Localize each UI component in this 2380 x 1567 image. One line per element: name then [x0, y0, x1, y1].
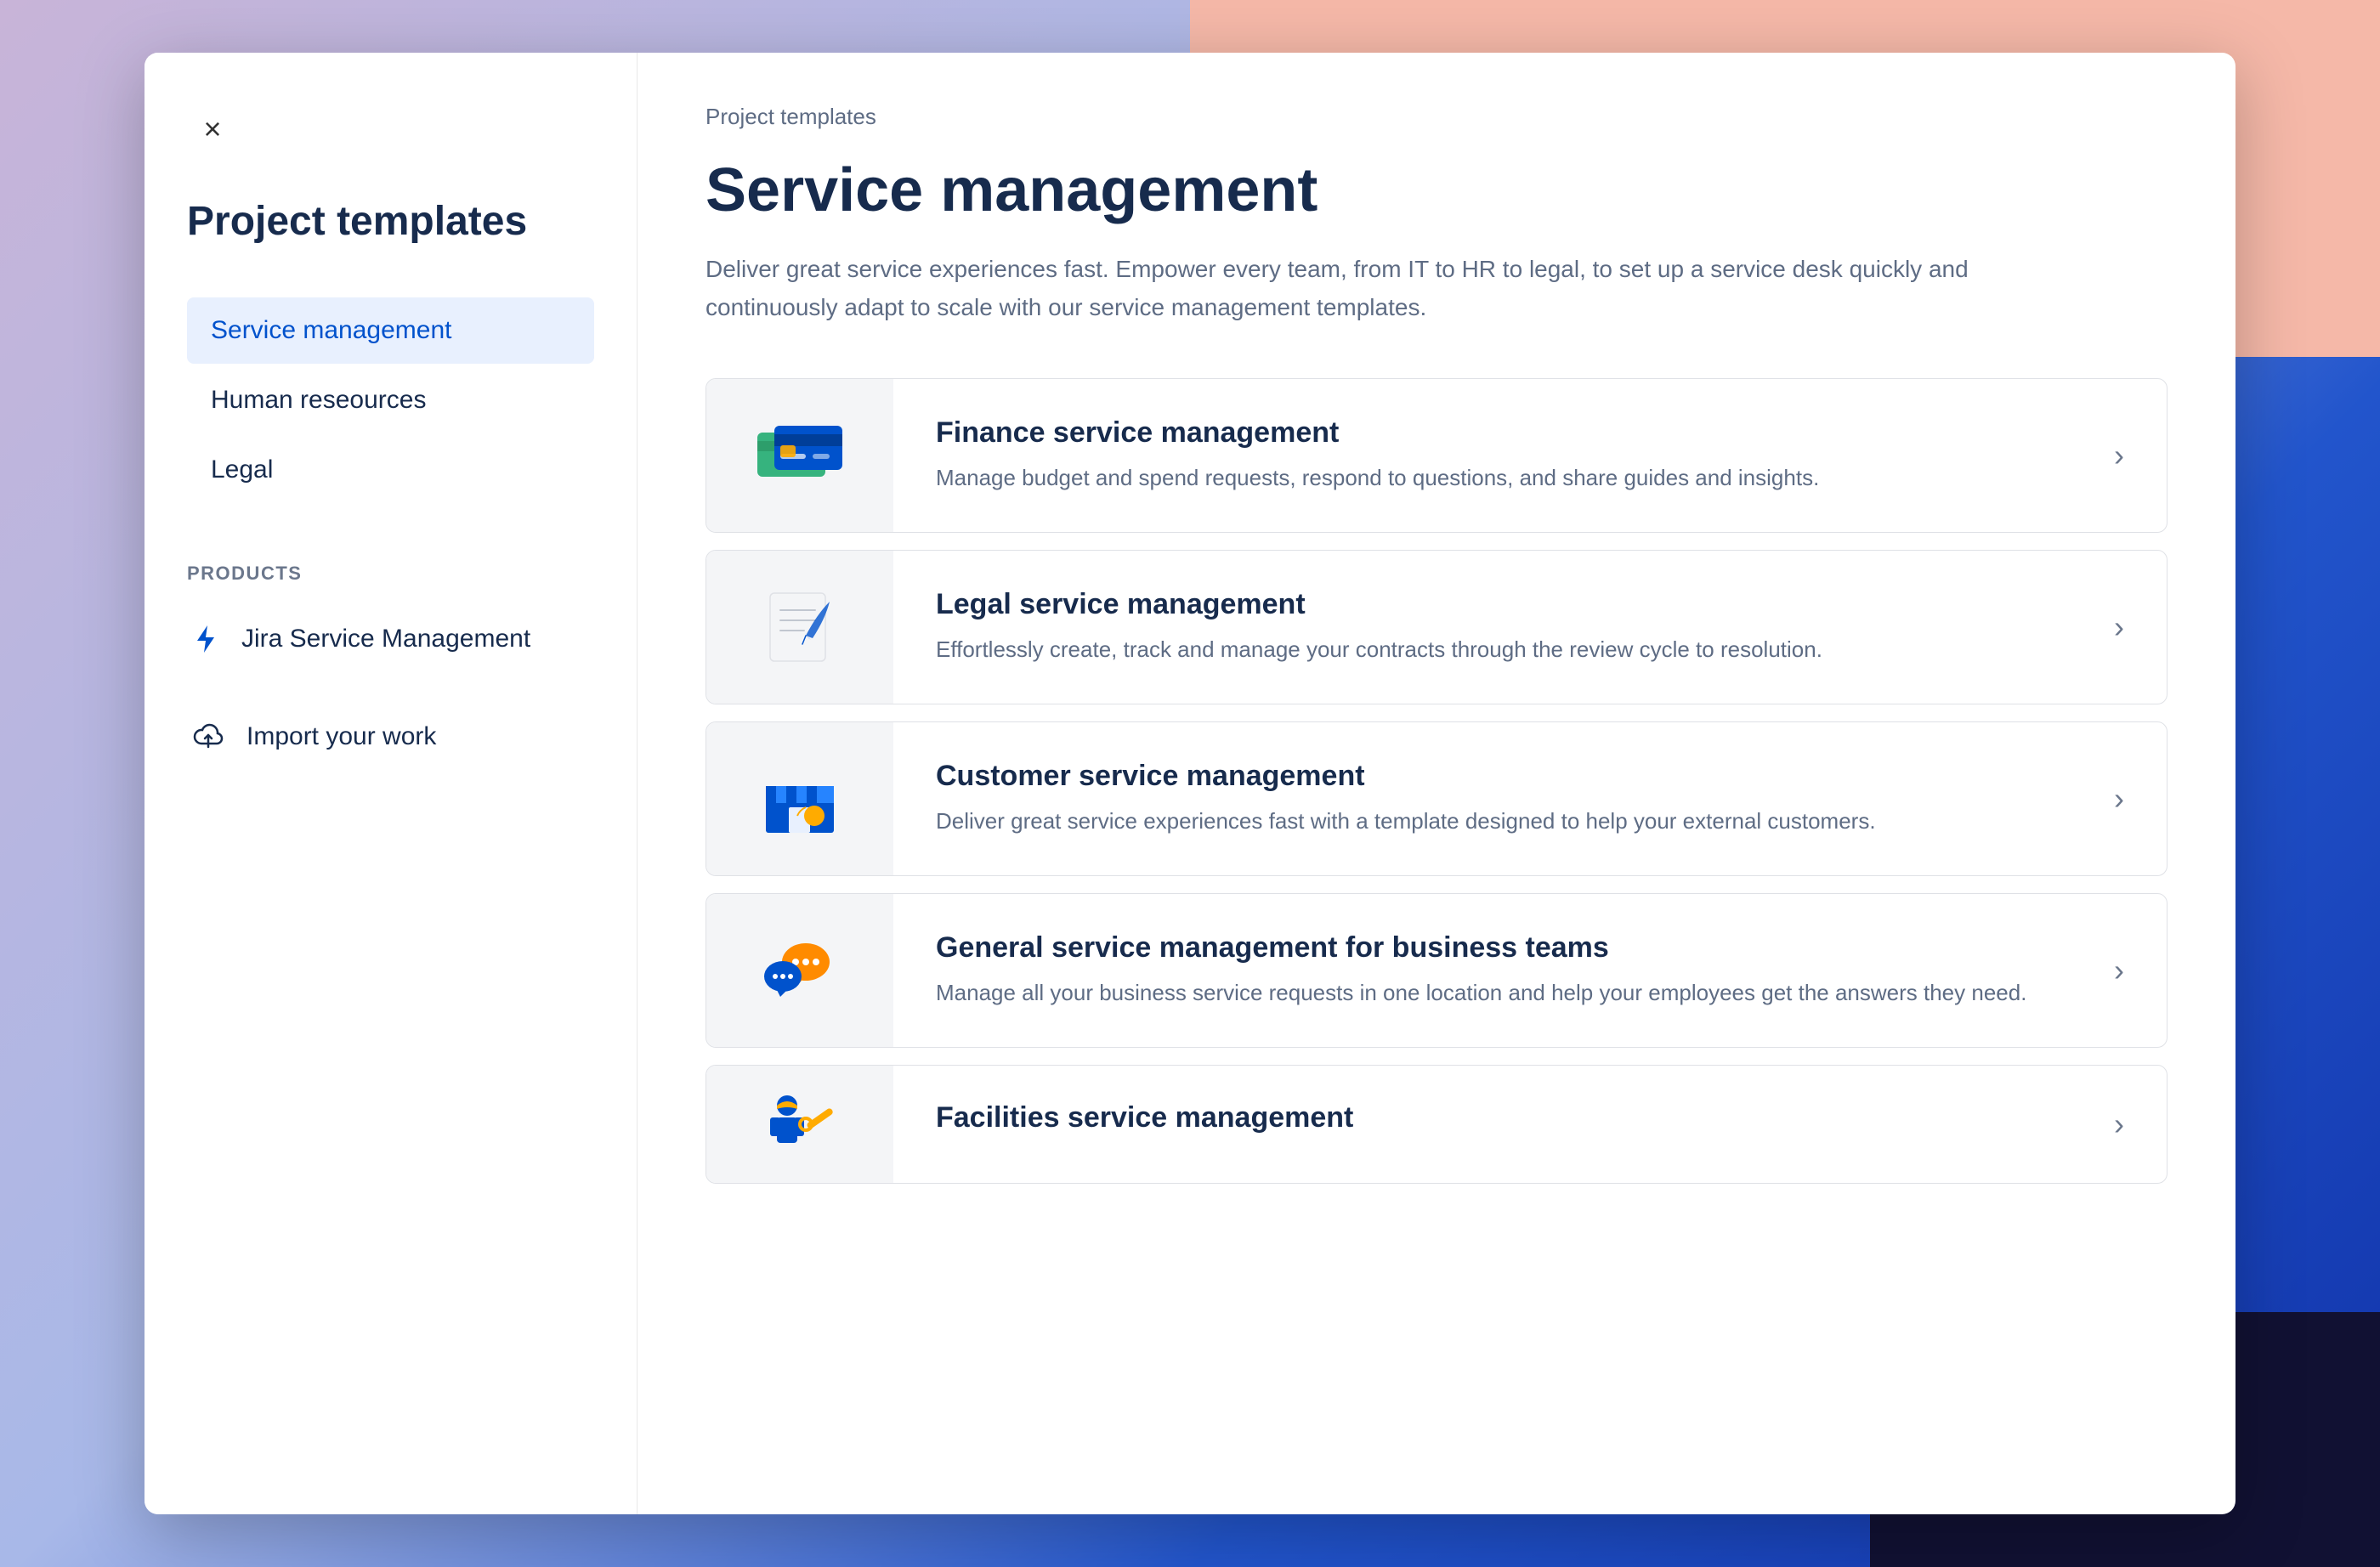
page-title: Service management [706, 156, 2168, 225]
template-name-finance: Finance service management [936, 416, 2029, 450]
template-list: Finance service management Manage budget… [706, 378, 2168, 1184]
chevron-right-general: › [2071, 953, 2167, 988]
template-name-facilities: Facilities service management [936, 1101, 2029, 1134]
jira-service-management-item[interactable]: Jira Service Management [187, 605, 594, 673]
import-label: Import your work [246, 722, 436, 751]
main-content: Project templates Service management Del… [638, 53, 2236, 1514]
upload-cloud-icon [187, 716, 230, 758]
breadcrumb: Project templates [706, 104, 2168, 130]
sidebar: × Project templates Service managementHu… [144, 53, 638, 1514]
template-card-finance[interactable]: Finance service management Manage budget… [706, 378, 2168, 533]
template-desc-general: Manage all your business service request… [936, 976, 2029, 1010]
chevron-right-finance: › [2071, 438, 2167, 473]
template-card-legal[interactable]: Legal service management Effortlessly cr… [706, 550, 2168, 704]
template-info-legal: Legal service management Effortlessly cr… [893, 554, 2071, 700]
template-desc-finance: Manage budget and spend requests, respon… [936, 461, 2029, 495]
template-card-facilities[interactable]: Facilities service management › [706, 1065, 2168, 1184]
jira-bolt-icon [187, 620, 224, 658]
sidebar-nav-item-human-resources[interactable]: Human reseources [187, 367, 594, 433]
import-work-item[interactable]: Import your work [187, 716, 594, 758]
sidebar-nav: Service managementHuman reseourcesLegal [187, 297, 594, 503]
modal-container: × Project templates Service managementHu… [144, 53, 2236, 1514]
template-desc-customer: Deliver great service experiences fast w… [936, 805, 2029, 838]
chevron-right-facilities: › [2071, 1106, 2167, 1142]
template-icon-general [706, 894, 893, 1047]
page-description: Deliver great service experiences fast. … [706, 251, 2066, 327]
sidebar-nav-item-service-management[interactable]: Service management [187, 297, 594, 364]
close-button[interactable]: × [187, 104, 238, 155]
template-icon-customer [706, 722, 893, 875]
template-icon-finance [706, 379, 893, 532]
template-icon-legal [706, 551, 893, 704]
template-info-finance: Finance service management Manage budget… [893, 382, 2071, 529]
template-info-general: General service management for business … [893, 897, 2071, 1044]
chevron-right-legal: › [2071, 609, 2167, 645]
template-name-customer: Customer service management [936, 760, 2029, 793]
sidebar-title: Project templates [187, 197, 594, 246]
template-name-general: General service management for business … [936, 931, 2029, 965]
products-section-label: PRODUCTS [187, 563, 594, 585]
template-icon-facilities [706, 1065, 893, 1184]
template-card-general[interactable]: General service management for business … [706, 893, 2168, 1048]
template-name-legal: Legal service management [936, 588, 2029, 621]
template-info-customer: Customer service management Deliver grea… [893, 726, 2071, 872]
template-card-customer[interactable]: Customer service management Deliver grea… [706, 721, 2168, 876]
chevron-right-customer: › [2071, 781, 2167, 817]
sidebar-nav-item-legal[interactable]: Legal [187, 437, 594, 503]
product-label: Jira Service Management [241, 625, 530, 653]
template-desc-legal: Effortlessly create, track and manage yo… [936, 633, 2029, 666]
template-info-facilities: Facilities service management [893, 1067, 2071, 1180]
